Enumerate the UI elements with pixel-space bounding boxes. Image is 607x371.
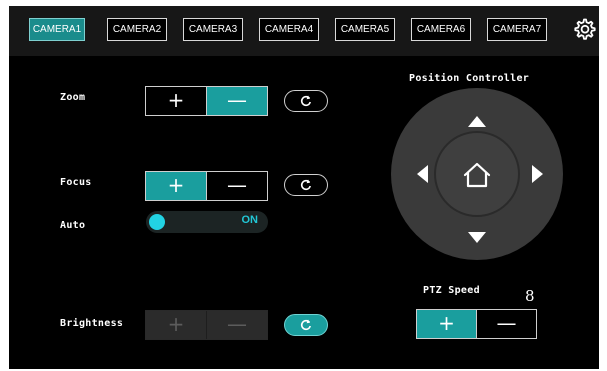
- camera-tab-bar: CAMERA1 CAMERA2 CAMERA3 CAMERA4 CAMERA5 …: [9, 6, 599, 56]
- brightness-reset-button[interactable]: [284, 314, 328, 336]
- tab-camera6[interactable]: CAMERA6: [411, 18, 471, 41]
- tab-camera2[interactable]: CAMERA2: [107, 18, 167, 41]
- zoom-out-button[interactable]: —: [206, 87, 267, 115]
- reset-icon: [300, 179, 311, 191]
- auto-focus-toggle[interactable]: ON: [146, 211, 268, 233]
- ptz-speed-label: PTZ Speed: [423, 285, 480, 296]
- toggle-knob: [149, 214, 165, 230]
- zoom-control: + —: [145, 86, 268, 116]
- focus-in-button[interactable]: +: [146, 172, 206, 200]
- focus-out-button[interactable]: —: [206, 172, 267, 200]
- brightness-control: + —: [145, 310, 268, 340]
- ptz-speed-control: + —: [416, 309, 537, 339]
- toggle-state-label: ON: [241, 214, 259, 226]
- focus-control: + —: [145, 171, 268, 201]
- ptz-speed-down-button[interactable]: —: [476, 310, 536, 338]
- tab-camera7[interactable]: CAMERA7: [487, 18, 547, 41]
- tab-camera5[interactable]: CAMERA5: [335, 18, 395, 41]
- ptz-speed-value: 8: [525, 287, 535, 305]
- reset-icon: [300, 95, 311, 107]
- gear-icon[interactable]: [572, 17, 596, 41]
- ptz-speed-up-button[interactable]: +: [417, 310, 476, 338]
- tab-camera3[interactable]: CAMERA3: [183, 18, 243, 41]
- reset-icon: [300, 319, 311, 331]
- brightness-label: Brightness: [60, 318, 124, 329]
- focus-label: Focus: [60, 177, 92, 188]
- tab-camera1[interactable]: CAMERA1: [29, 18, 85, 41]
- down-arrow-icon[interactable]: [459, 214, 495, 244]
- position-controller-pad: [391, 88, 563, 260]
- focus-reset-button[interactable]: [284, 174, 328, 196]
- zoom-label: Zoom: [60, 92, 86, 103]
- left-arrow-icon[interactable]: [409, 158, 439, 192]
- zoom-in-button[interactable]: +: [146, 87, 206, 115]
- position-controller-title: Position Controller: [409, 73, 530, 84]
- brightness-up-button[interactable]: +: [146, 311, 206, 339]
- up-arrow-icon[interactable]: [459, 106, 495, 136]
- camera-control-screen: CAMERA1 CAMERA2 CAMERA3 CAMERA4 CAMERA5 …: [9, 6, 599, 369]
- tab-camera4[interactable]: CAMERA4: [259, 18, 319, 41]
- brightness-down-button[interactable]: —: [206, 311, 267, 339]
- auto-label: Auto: [60, 220, 86, 231]
- right-arrow-icon[interactable]: [517, 158, 547, 192]
- zoom-reset-button[interactable]: [284, 90, 328, 112]
